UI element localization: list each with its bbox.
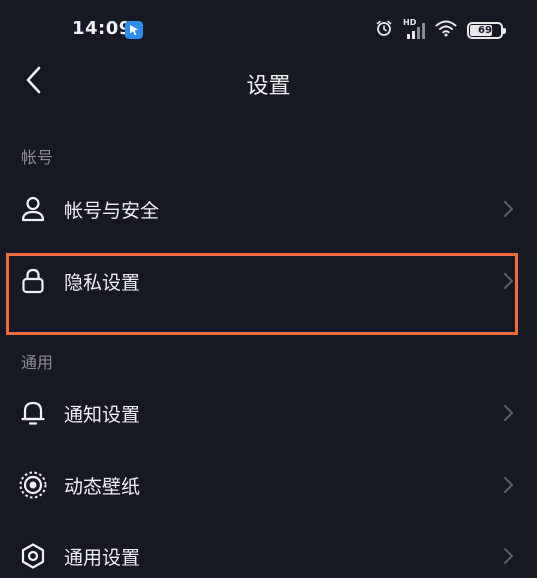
settings-item-label: 通用设置: [64, 547, 141, 569]
chevron-right-icon: [501, 547, 515, 565]
status-time: 14:09: [72, 18, 132, 39]
settings-item-notifications[interactable]: 通知设置: [0, 380, 537, 446]
battery-level: 69: [478, 24, 492, 36]
settings-screen: 14:09 HD 69 设置 帐号 帐号与安全 隐私设置 通用 通知设置 动态壁…: [0, 0, 537, 578]
nav-bar: 设置: [0, 56, 537, 108]
settings-item-general[interactable]: 通用设置: [0, 523, 537, 578]
chevron-right-icon: [501, 404, 515, 422]
settings-item-label: 隐私设置: [64, 272, 141, 294]
app-notification-icon: [125, 21, 143, 39]
settings-item-privacy[interactable]: 隐私设置: [0, 248, 537, 314]
settings-item-label: 帐号与安全: [64, 200, 160, 222]
user-icon: [18, 194, 48, 224]
gear-icon: [18, 541, 48, 571]
status-bar: 14:09 HD 69: [0, 0, 537, 56]
cellular-signal-icon: HD: [403, 18, 425, 40]
settings-item-account-security[interactable]: 帐号与安全: [0, 176, 537, 242]
status-icons: HD 69: [375, 18, 506, 42]
chevron-right-icon: [501, 272, 515, 290]
battery-icon: 69: [467, 21, 506, 39]
section-header-general: 通用: [21, 353, 54, 372]
chevron-right-icon: [501, 200, 515, 218]
chevron-right-icon: [501, 476, 515, 494]
page-title: 设置: [246, 74, 291, 99]
battery-tip: [503, 27, 506, 34]
settings-item-label: 通知设置: [64, 404, 141, 426]
settings-item-label: 动态壁纸: [64, 476, 141, 498]
lock-icon: [18, 266, 48, 296]
section-header-account: 帐号: [21, 148, 54, 167]
settings-item-live-wallpaper[interactable]: 动态壁纸: [0, 452, 537, 518]
alarm-clock-icon: [375, 19, 393, 41]
bell-icon: [18, 398, 48, 428]
wifi-icon: [435, 19, 457, 41]
live-wallpaper-icon: [18, 470, 48, 500]
